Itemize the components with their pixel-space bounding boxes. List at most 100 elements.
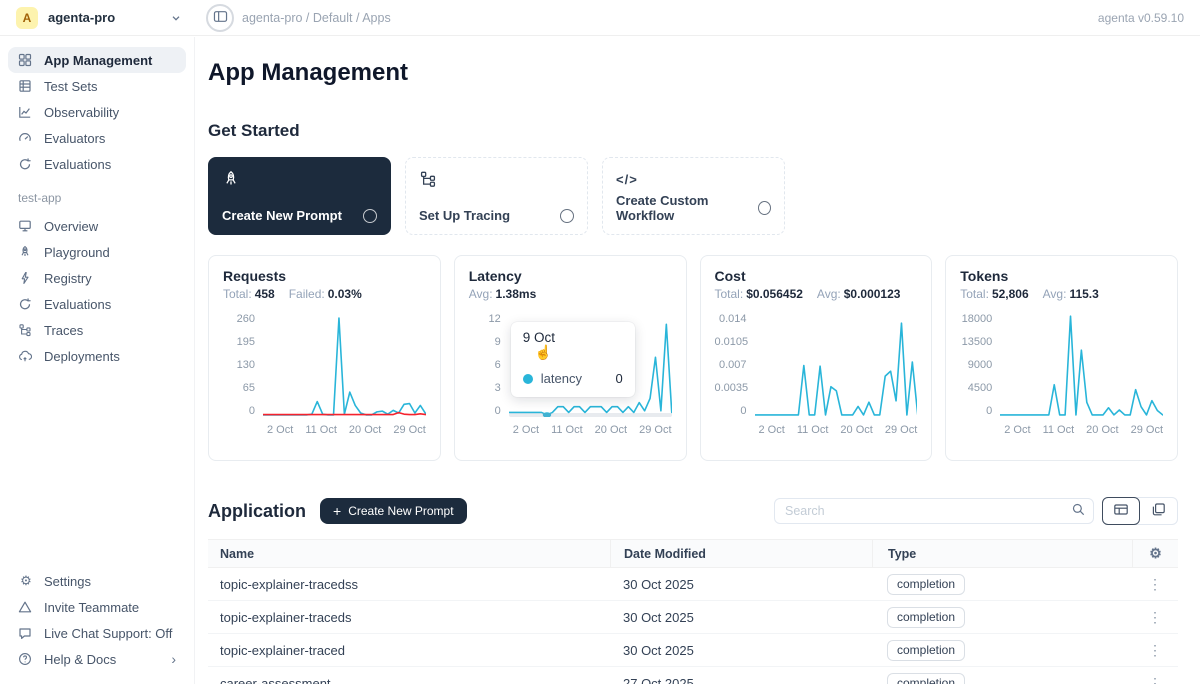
legend-dot [523,374,533,384]
sidebar-item-label: Settings [44,574,91,589]
table-row[interactable]: topic-explainer-traced 30 Oct 2025 compl… [208,634,1178,667]
tokens-chart-card: Tokens Total:52,806 Avg:115.3 1800013500… [945,255,1178,461]
card-view-button[interactable] [1139,498,1177,524]
y-ticks: 129630 [469,313,509,417]
workspace-avatar: A [16,7,38,29]
line-chart-icon [18,105,34,119]
table-row[interactable]: topic-explainer-traceds 30 Oct 2025 comp… [208,601,1178,634]
sidebar-item-registry[interactable]: Registry [8,265,186,291]
lightning-icon [18,271,34,285]
chart-title: Cost [715,268,918,284]
get-started-heading: Get Started [208,121,1178,141]
sidebar-item-label: Help & Docs [44,652,116,667]
main-content: App Management Get Started Create New Pr… [195,37,1200,684]
table-settings-icon[interactable]: ⚙ [1149,545,1162,562]
monitor-icon [18,219,34,233]
info-icon[interactable] [560,209,574,223]
sidebar-item-label: Traces [44,323,83,338]
y-ticks: 0.0140.01050.0070.00350 [715,313,755,417]
chevron-down-icon [170,12,182,24]
row-menu-button[interactable]: ⋮ [1148,643,1162,657]
app-date: 30 Oct 2025 [610,610,872,625]
type-badge: completion [887,673,965,684]
sidebar-item-test-sets[interactable]: Test Sets [8,73,186,99]
cost-chart-card: Cost Total:$0.056452 Avg:$0.000123 0.014… [700,255,933,461]
info-icon[interactable] [758,201,771,215]
triangle-icon [18,600,34,614]
info-icon[interactable] [363,209,377,223]
workspace-selector[interactable]: A agenta-pro [16,7,182,29]
card-label: Set Up Tracing [419,208,510,223]
sidebar-item-label: App Management [44,53,152,68]
table-header: Name Date Modified Type ⚙ [208,539,1178,568]
y-ticks: 1800013500900045000 [960,313,1000,417]
breadcrumb[interactable]: agenta-pro / Default / Apps [242,11,391,25]
sidebar-item-label: Overview [44,219,98,234]
sidebar-item-live-chat[interactable]: Live Chat Support: Off [8,620,186,646]
row-menu-button[interactable]: ⋮ [1148,676,1162,684]
sidebar-collapse-icon [213,10,228,26]
sidebar-item-overview[interactable]: Overview [8,213,186,239]
create-new-prompt-card[interactable]: Create New Prompt [208,157,391,235]
create-custom-workflow-card[interactable]: </> Create Custom Workflow [602,157,785,235]
table-view-icon [1113,502,1129,520]
sidebar-item-invite-teammate[interactable]: Invite Teammate [8,594,186,620]
view-toggle [1102,497,1178,525]
sidebar-item-evaluations[interactable]: Evaluations [8,151,186,177]
sidebar-item-label: Observability [44,105,119,120]
app-version: agenta v0.59.10 [1098,11,1184,25]
x-ticks: 2 Oct11 Oct20 Oct29 Oct [513,424,672,436]
tree-icon [419,169,574,189]
type-badge: completion [887,574,965,595]
sidebar-item-evaluations-app[interactable]: Evaluations [8,291,186,317]
get-started-cards: Create New Prompt Set Up Tracing </> Cre… [208,157,1178,235]
chart-title: Latency [469,268,672,284]
app-date: 30 Oct 2025 [610,577,872,592]
type-badge: completion [887,607,965,628]
create-new-prompt-button[interactable]: + Create New Prompt [320,498,467,524]
grid-icon [18,53,34,67]
table-row[interactable]: career-assessment 27 Oct 2025 completion… [208,667,1178,684]
search-button[interactable] [1072,503,1085,519]
sidebar-item-label: Invite Teammate [44,600,139,615]
row-menu-button[interactable]: ⋮ [1148,610,1162,624]
sidebar-item-label: Playground [44,245,110,260]
set-up-tracing-card[interactable]: Set Up Tracing [405,157,588,235]
table-view-button[interactable] [1102,497,1140,525]
sidebar-item-settings[interactable]: ⚙ Settings [8,568,186,594]
requests-line-chart [263,313,426,417]
search-icon [1072,503,1085,519]
rocket-icon [18,245,34,259]
page-title: App Management [208,59,1178,87]
search-input[interactable] [785,504,1072,518]
sidebar-collapse-button[interactable] [206,4,234,32]
redo-circle-icon [18,297,34,311]
sidebar-item-playground[interactable]: Playground [8,239,186,265]
chart-title: Requests [223,268,426,284]
sidebar-item-traces[interactable]: Traces [8,317,186,343]
type-badge: completion [887,640,965,661]
cards-view-icon [1151,502,1166,520]
chart-stats: Total:52,806 Avg:115.3 [960,287,1163,301]
sidebar-item-help-docs[interactable]: Help & Docs › [8,646,186,672]
sidebar-item-evaluators[interactable]: Evaluators [8,125,186,151]
search-box [774,498,1094,524]
sidebar-item-app-management[interactable]: App Management [8,47,186,73]
code-icon: </> [616,169,771,189]
table-row[interactable]: topic-explainer-tracedss 30 Oct 2025 com… [208,568,1178,601]
row-menu-button[interactable]: ⋮ [1148,577,1162,591]
metrics-charts: Requests Total:458 Failed:0.03% 26019513… [208,255,1178,461]
chat-bubble-icon [18,626,34,640]
sidebar-item-observability[interactable]: Observability [8,99,186,125]
application-header: Application + Create New Prompt [208,497,1178,525]
x-ticks: 2 Oct11 Oct20 Oct29 Oct [267,424,426,436]
tooltip-value: 0 [616,371,623,386]
latency-chart-card: Latency Avg:1.38ms 129630 2 Oct11 Oct20 … [454,255,687,461]
chart-title: Tokens [960,268,1163,284]
cost-line-chart [755,313,918,417]
sidebar-item-deployments[interactable]: Deployments [8,343,186,369]
question-circle-icon [18,652,34,666]
sidebar-item-label: Evaluations [44,297,111,312]
card-label: Create Custom Workflow [616,193,758,223]
hover-guideline [509,413,672,417]
